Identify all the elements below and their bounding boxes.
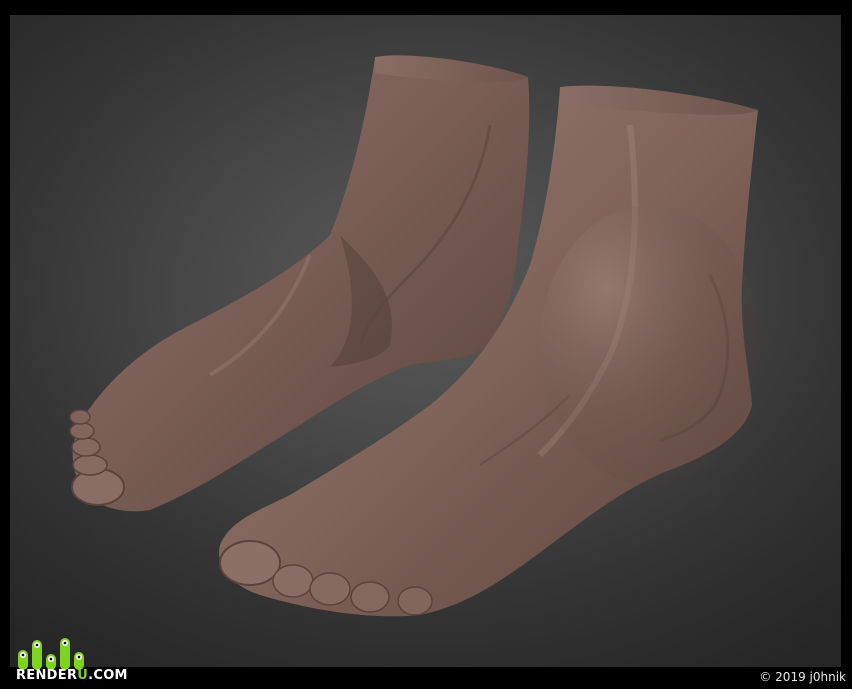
right-big-toe [219, 540, 281, 586]
left-toe-3 [71, 437, 101, 457]
right-foot-sheen [540, 205, 760, 485]
feet-render [69, 55, 760, 617]
image-frame: RENDERU.COM © 2019 j0hnik [0, 0, 852, 689]
renderu-mascot-icon [18, 638, 84, 670]
footer-bar [0, 667, 852, 689]
left-toe-4 [69, 422, 95, 440]
right-toe-3 [309, 572, 351, 606]
right-toe-4 [350, 581, 390, 613]
copyright-credit: © 2019 j0hnik [759, 670, 846, 684]
right-toe-2 [272, 564, 314, 598]
left-toe-5 [69, 409, 91, 425]
right-toe-5 [397, 586, 433, 616]
renderu-wordmark: RENDERU.COM [16, 668, 128, 683]
left-toe-2 [72, 454, 108, 476]
renderu-logo: RENDERU.COM [14, 632, 127, 686]
render-viewport [10, 15, 841, 667]
